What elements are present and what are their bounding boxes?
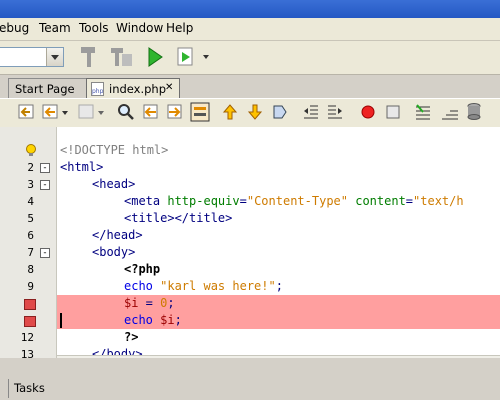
fold-toggle-icon[interactable]: -	[40, 163, 50, 173]
code-token: $i	[124, 296, 139, 310]
code-line[interactable]: <?php	[124, 262, 160, 276]
database-icon[interactable]	[466, 102, 482, 122]
breakpoint-icon[interactable]	[24, 316, 36, 327]
line-number: 7	[27, 246, 34, 259]
last-edit-icon[interactable]	[18, 103, 36, 121]
code-line[interactable]: <head>	[92, 177, 135, 191]
code-token: "karl was here!"	[160, 279, 276, 293]
code-token: <?php	[124, 262, 161, 276]
line-number: 5	[27, 212, 34, 225]
code-token: =	[138, 296, 161, 310]
code-line[interactable]: </head>	[92, 228, 143, 242]
code-token: =	[239, 194, 247, 208]
code-line[interactable]: <!DOCTYPE html>	[60, 143, 168, 157]
line-number: 12	[20, 331, 34, 344]
toggle-highlight-icon[interactable]	[190, 102, 210, 122]
run-icon[interactable]	[146, 46, 164, 68]
tasks-tab[interactable]: Tasks	[8, 379, 45, 398]
close-icon[interactable]: ✕	[165, 82, 173, 93]
tab-label: Start Page	[15, 82, 75, 96]
code-token: http-equiv	[167, 194, 240, 208]
toggle-bookmark-icon[interactable]	[271, 103, 289, 121]
code-line[interactable]: <title></title>	[124, 211, 232, 225]
code-line[interactable]: $i = 0;	[124, 296, 175, 310]
code-token: "Content-Type"	[246, 194, 348, 208]
fold-toggle-icon[interactable]: -	[40, 248, 50, 258]
menu-help[interactable]: Help	[166, 21, 193, 35]
comment-icon[interactable]	[414, 103, 434, 121]
code-line[interactable]: echo $i;	[124, 313, 182, 327]
window-title-bar	[0, 0, 500, 18]
line-number: 6	[27, 229, 34, 242]
code-line[interactable]: <meta http-equiv="Content-Type" content=…	[124, 194, 464, 208]
build-icon[interactable]	[109, 45, 135, 69]
code-token: =	[405, 194, 414, 208]
menu-window[interactable]: Window	[116, 21, 163, 35]
code-token: <title></title>	[124, 211, 233, 225]
uncomment-icon[interactable]	[440, 103, 460, 121]
code-line[interactable]: <html>	[60, 160, 103, 174]
text-caret	[60, 313, 62, 328]
output-area	[0, 358, 500, 400]
code-token: echo	[124, 279, 161, 293]
code-token: <meta	[124, 194, 168, 208]
tab-index-php[interactable]: php index.php ✕	[86, 78, 180, 98]
line-number: 4	[27, 195, 34, 208]
code-line[interactable]: <body>	[92, 245, 135, 259]
php-file-icon: php	[91, 82, 104, 96]
code-token: </head>	[92, 228, 143, 242]
line-number: 3	[27, 178, 34, 191]
code-line[interactable]: echo "karl was here!";	[124, 279, 283, 293]
code-token: <head>	[92, 177, 136, 191]
code-token: ;	[174, 313, 182, 327]
editor-toolbar	[0, 98, 500, 128]
code-token: ?>	[124, 330, 139, 344]
find-next-icon[interactable]	[166, 103, 184, 121]
line-number: 2	[27, 161, 34, 174]
code-token: <body>	[92, 245, 136, 259]
main-toolbar	[0, 41, 500, 75]
line-number: 8	[27, 263, 34, 276]
line-number-gutter[interactable]: 2-3-4 5 6 7-8 9 12 13	[0, 127, 57, 361]
previous-bookmark-icon[interactable]	[221, 103, 239, 121]
shift-right-icon[interactable]	[326, 103, 344, 121]
code-token: ;	[167, 296, 175, 310]
chevron-down-icon[interactable]	[46, 48, 63, 66]
code-token: $i	[160, 313, 175, 327]
tab-label: index.php	[109, 82, 167, 96]
code-token: <!DOCTYPE html>	[60, 143, 169, 157]
start-macro-icon[interactable]	[359, 103, 377, 121]
code-line[interactable]: ?>	[124, 330, 138, 344]
code-token: content	[348, 194, 406, 208]
hint-bulb-icon[interactable]	[25, 144, 37, 158]
code-editor[interactable]: 2-3-4 5 6 7-8 9 12 13 <!DOCTYPE html> <html> <he…	[0, 127, 500, 372]
clean-build-icon[interactable]	[78, 45, 100, 69]
editor-tab-bar: Start Page ✕ php index.php ✕	[0, 75, 500, 98]
line-number: 9	[27, 280, 34, 293]
code-token: echo	[124, 313, 161, 327]
find-previous-icon[interactable]	[142, 103, 160, 121]
next-bookmark-icon[interactable]	[246, 103, 264, 121]
back-icon[interactable]	[42, 103, 72, 121]
find-icon[interactable]	[117, 103, 135, 121]
menu-tools[interactable]: Tools	[79, 21, 109, 35]
debug-run-icon[interactable]	[176, 45, 212, 69]
shift-left-icon[interactable]	[302, 103, 320, 121]
fold-toggle-icon[interactable]: -	[40, 180, 50, 190]
breakpoint-icon[interactable]	[24, 299, 36, 310]
svg-text:php: php	[92, 88, 104, 95]
menu-debug[interactable]: ebug	[0, 21, 29, 35]
forward-icon[interactable]	[78, 103, 108, 121]
code-token: "text/h	[413, 194, 464, 208]
code-token: <html>	[60, 160, 104, 174]
stop-macro-icon[interactable]	[384, 103, 402, 121]
code-token: ;	[275, 279, 283, 293]
menu-bar: ebug Team Tools Window Help	[0, 18, 500, 41]
configuration-combo[interactable]	[0, 47, 64, 67]
menu-team[interactable]: Team	[39, 21, 71, 35]
